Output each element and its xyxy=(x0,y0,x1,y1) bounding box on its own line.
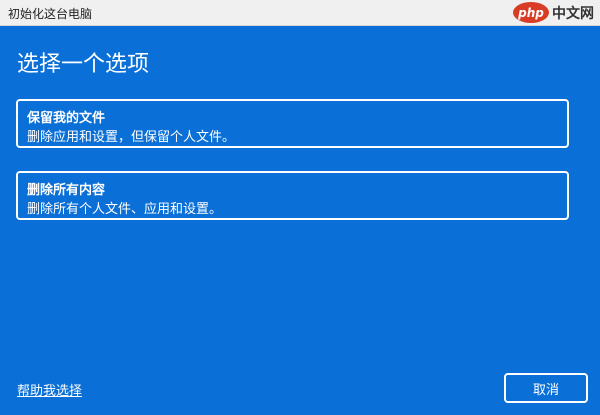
page-title: 选择一个选项 xyxy=(17,52,150,77)
cancel-button[interactable]: 取消 xyxy=(504,373,588,403)
watermark-site-text: 中文网 xyxy=(552,5,594,22)
option-description: 删除所有个人文件、应用和设置。 xyxy=(27,202,223,217)
remove-everything-option[interactable]: 删除所有内容 删除所有个人文件、应用和设置。 xyxy=(16,171,569,220)
option-title: 删除所有内容 xyxy=(27,183,106,198)
option-description: 删除应用和设置，但保留个人文件。 xyxy=(27,130,236,145)
keep-my-files-option[interactable]: 保留我的文件 删除应用和设置，但保留个人文件。 xyxy=(16,99,569,148)
watermark-logo: php 中文网 xyxy=(513,2,594,23)
php-logo-icon: php xyxy=(513,2,549,23)
window-title: 初始化这台电脑 xyxy=(8,7,93,21)
title-bar: 初始化这台电脑 php 中文网 xyxy=(0,0,600,26)
reset-pc-window: 初始化这台电脑 php 中文网 选择一个选项 保留我的文件 删除应用和设置，但保… xyxy=(0,0,600,415)
help-me-choose-link[interactable]: 帮助我选择 xyxy=(17,380,82,399)
option-title: 保留我的文件 xyxy=(27,111,106,126)
